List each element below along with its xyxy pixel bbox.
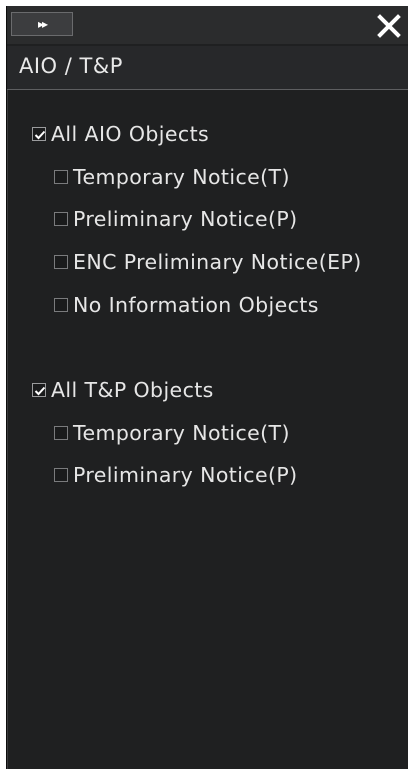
checkbox-unchecked-icon[interactable] bbox=[54, 170, 68, 184]
option-label: Preliminary Notice(P) bbox=[73, 463, 298, 487]
close-icon bbox=[377, 14, 401, 38]
close-button[interactable] bbox=[373, 10, 405, 42]
double-chevron-right-icon: ▸▸ bbox=[37, 17, 48, 31]
checkbox-unchecked-icon[interactable] bbox=[54, 426, 68, 440]
option-label: All AIO Objects bbox=[51, 122, 210, 146]
collapse-panel-button[interactable]: ▸▸ bbox=[11, 12, 73, 36]
checkbox-checked-icon[interactable] bbox=[32, 127, 46, 141]
checkbox-unchecked-icon[interactable] bbox=[54, 298, 68, 312]
checkbox-tp-preliminary-notice[interactable]: Preliminary Notice(P) bbox=[54, 463, 298, 487]
panel-toolbar: ▸▸ bbox=[7, 6, 408, 44]
checkbox-checked-icon[interactable] bbox=[32, 383, 46, 397]
option-label: ENC Preliminary Notice(EP) bbox=[73, 250, 362, 274]
checkbox-aio-temporary-notice[interactable]: Temporary Notice(T) bbox=[54, 165, 290, 189]
aio-tp-panel: ▸▸ AIO / T&P All AIO Objects Temporary N… bbox=[6, 6, 408, 769]
checkbox-aio-enc-preliminary-notice[interactable]: ENC Preliminary Notice(EP) bbox=[54, 250, 362, 274]
filter-options: All AIO Objects Temporary Notice(T) Prel… bbox=[7, 90, 408, 769]
checkbox-unchecked-icon[interactable] bbox=[54, 255, 68, 269]
checkbox-tp-temporary-notice[interactable]: Temporary Notice(T) bbox=[54, 421, 290, 445]
option-label: All T&P Objects bbox=[51, 378, 214, 402]
checkbox-unchecked-icon[interactable] bbox=[54, 468, 68, 482]
checkbox-all-tp-objects[interactable]: All T&P Objects bbox=[32, 378, 214, 402]
option-label: Preliminary Notice(P) bbox=[73, 207, 298, 231]
option-label: Temporary Notice(T) bbox=[73, 421, 290, 445]
option-label: No Information Objects bbox=[73, 293, 319, 317]
panel-header: AIO / T&P bbox=[7, 46, 408, 90]
checkbox-aio-no-information-objects[interactable]: No Information Objects bbox=[54, 293, 319, 317]
option-label: Temporary Notice(T) bbox=[73, 165, 290, 189]
panel-title: AIO / T&P bbox=[19, 54, 123, 78]
checkbox-aio-preliminary-notice[interactable]: Preliminary Notice(P) bbox=[54, 207, 298, 231]
checkbox-all-aio-objects[interactable]: All AIO Objects bbox=[32, 122, 209, 146]
checkbox-unchecked-icon[interactable] bbox=[54, 212, 68, 226]
